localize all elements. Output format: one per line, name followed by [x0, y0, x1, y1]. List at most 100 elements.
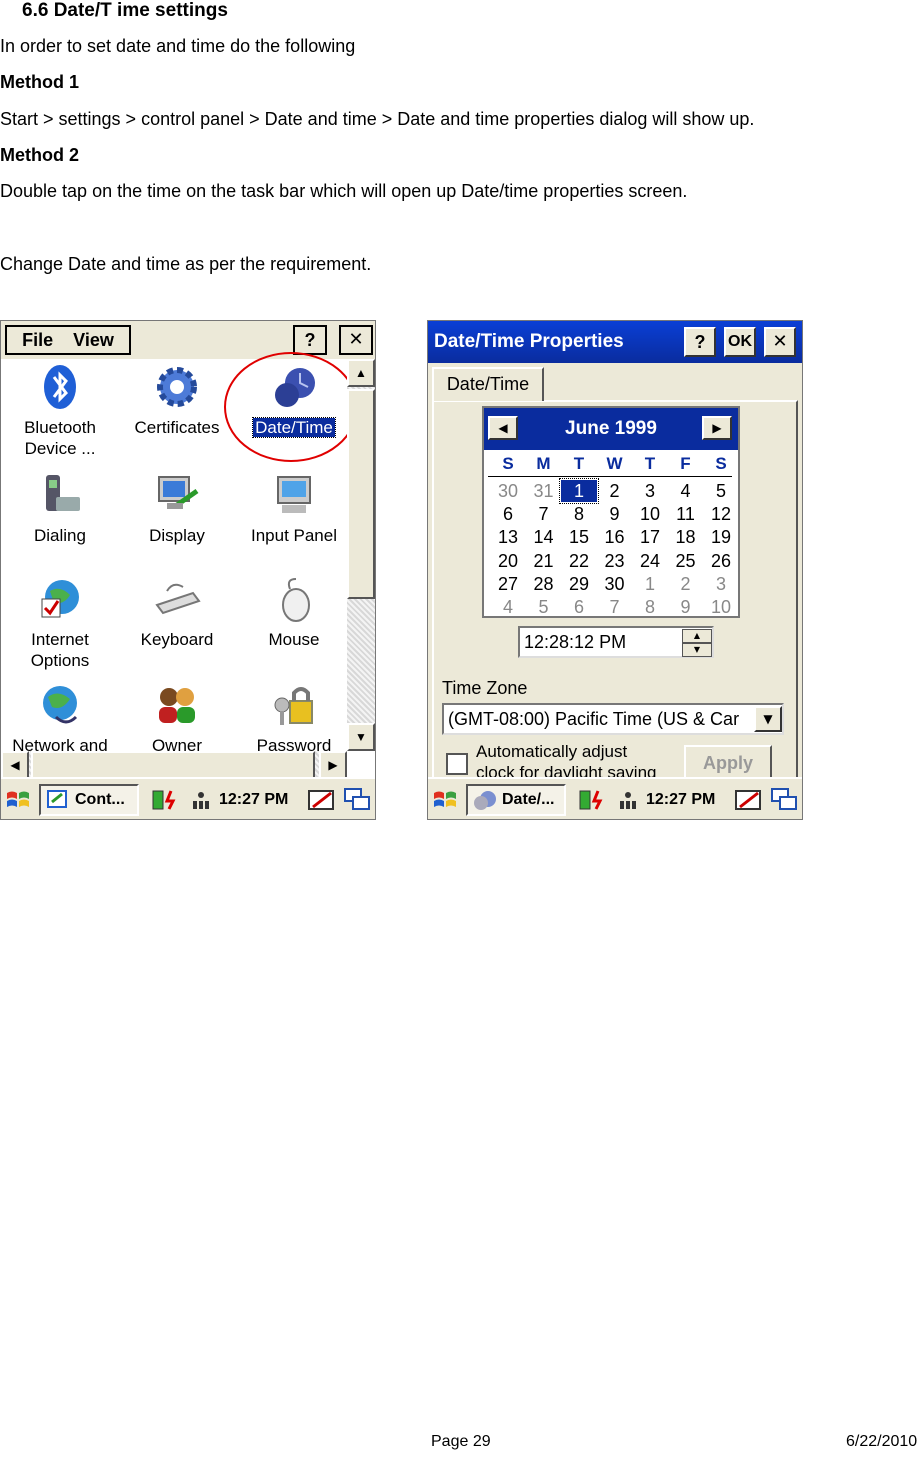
apply-button[interactable]: Apply: [684, 745, 772, 781]
menu-file[interactable]: File: [22, 330, 53, 350]
cp-item-display[interactable]: Display: [118, 471, 236, 546]
calendar-day[interactable]: 14: [526, 526, 562, 548]
ok-button[interactable]: OK: [724, 327, 756, 357]
calendar-day[interactable]: 31: [526, 480, 562, 502]
calendar-day[interactable]: 29: [561, 573, 597, 595]
calendar-day[interactable]: 6: [561, 596, 597, 618]
calendar-day[interactable]: 10: [703, 596, 739, 618]
control-panel-screenshot: File View ? ✕ Bluetooth Device ... Certi…: [0, 320, 376, 820]
calendar-day[interactable]: 16: [597, 526, 633, 548]
taskbar-task-button[interactable]: Date/...: [466, 784, 566, 816]
cp-item-mouse[interactable]: Mouse: [235, 575, 353, 650]
calendar-day[interactable]: 6: [490, 503, 526, 525]
cp-item-internet-options[interactable]: Internet Options: [1, 575, 119, 671]
input-panel-icon[interactable]: [734, 787, 762, 813]
cp-item-label: Display: [149, 526, 205, 545]
horizontal-scrollbar[interactable]: ◀ ▶: [1, 751, 347, 779]
start-windows-icon[interactable]: [5, 787, 33, 813]
vertical-scrollbar[interactable]: ▲ ▼: [347, 359, 375, 751]
input-panel-icon[interactable]: [307, 787, 335, 813]
calendar-day[interactable]: 20: [490, 550, 526, 572]
scroll-right-arrow[interactable]: ▶: [319, 751, 347, 779]
tab-datetime[interactable]: Date/Time: [432, 367, 544, 401]
calendar-day[interactable]: 21: [526, 550, 562, 572]
menu-file-view[interactable]: File View: [5, 325, 131, 355]
timezone-select[interactable]: (GMT-08:00) Pacific Time (US & Car: [442, 703, 784, 735]
calendar-day[interactable]: 8: [632, 596, 668, 618]
scroll-down-arrow[interactable]: ▼: [347, 723, 375, 751]
battery-power-icon: [152, 790, 176, 810]
calendar-day[interactable]: 23: [597, 550, 633, 572]
scroll-thumb[interactable]: [347, 389, 375, 599]
calendar-day[interactable]: 28: [526, 573, 562, 595]
cp-item-owner[interactable]: Owner: [118, 681, 236, 756]
hscroll-thumb[interactable]: [31, 751, 315, 779]
cp-item-input-panel[interactable]: Input Panel: [235, 471, 353, 546]
calendar-day[interactable]: 26: [703, 550, 739, 572]
close-button[interactable]: ✕: [764, 327, 796, 357]
calendar-day[interactable]: 9: [668, 596, 704, 618]
calendar-day[interactable]: 4: [490, 596, 526, 618]
calendar-day[interactable]: 24: [632, 550, 668, 572]
calendar-day[interactable]: 22: [561, 550, 597, 572]
desktop-windows-icon[interactable]: [343, 787, 371, 813]
calendar-day[interactable]: 9: [597, 503, 633, 525]
calendar-day[interactable]: 1: [632, 573, 668, 595]
start-windows-icon[interactable]: [432, 787, 460, 813]
calendar-day[interactable]: 1: [559, 478, 599, 504]
taskbar-task-button[interactable]: Cont...: [39, 784, 139, 816]
calendar-day[interactable]: 27: [490, 573, 526, 595]
calendar-day[interactable]: 7: [526, 503, 562, 525]
owner-users-icon: [159, 688, 195, 723]
password-lock-icon: [274, 687, 313, 725]
cp-item-keyboard[interactable]: Keyboard: [118, 575, 236, 650]
calendar-day[interactable]: 12: [703, 503, 739, 525]
calendar-day[interactable]: 5: [526, 596, 562, 618]
desktop-windows-icon[interactable]: [770, 787, 798, 813]
timezone-value: (GMT-08:00) Pacific Time (US & Car: [448, 709, 740, 729]
weekday-divider: [488, 476, 732, 477]
calendar-day[interactable]: 25: [668, 550, 704, 572]
scroll-up-arrow[interactable]: ▲: [347, 359, 375, 387]
cp-item-certificates[interactable]: Certificates: [118, 363, 236, 438]
taskbar-task-label: Date/...: [502, 791, 555, 808]
scroll-left-arrow[interactable]: ◀: [1, 751, 29, 779]
prev-month-button[interactable]: ◀: [488, 416, 518, 440]
cp-item-network[interactable]: Network and: [1, 681, 119, 756]
calendar-day[interactable]: 5: [703, 480, 739, 502]
calendar-day[interactable]: 13: [490, 526, 526, 548]
month-calendar[interactable]: ◀ June 1999 ▶ SMTWTFS 30 31 1 2 3 4 5 6 7 8 9 10 11 1…: [482, 406, 740, 618]
cp-item-bluetooth[interactable]: Bluetooth Device ...: [1, 363, 119, 459]
section-title: 6.6 Date/T ime settings: [22, 0, 228, 21]
calendar-day[interactable]: 2: [668, 573, 704, 595]
calendar-day[interactable]: 15: [561, 526, 597, 548]
calendar-day[interactable]: 10: [632, 503, 668, 525]
time-spin-down[interactable]: ▼: [682, 643, 712, 657]
method2-text: Double tap on the time on the task bar w…: [0, 181, 688, 201]
cp-item-dialing[interactable]: Dialing: [1, 471, 119, 546]
menu-view[interactable]: View: [73, 330, 114, 350]
calendar-day[interactable]: 3: [632, 480, 668, 502]
calendar-day[interactable]: 18: [668, 526, 704, 548]
timezone-label: Time Zone: [442, 678, 528, 698]
calendar-day[interactable]: 8: [561, 503, 597, 525]
calendar-header: ◀ June 1999 ▶: [484, 408, 738, 450]
cp-item-password[interactable]: Password: [235, 681, 353, 756]
time-spin-up[interactable]: ▲: [682, 629, 712, 643]
calendar-day[interactable]: 3: [703, 573, 739, 595]
taskbar: Date/... 12:27 PM: [428, 777, 802, 819]
taskbar-clock[interactable]: 12:27 PM: [219, 779, 288, 819]
calendar-day[interactable]: 4: [668, 480, 704, 502]
next-month-button[interactable]: ▶: [702, 416, 732, 440]
calendar-day[interactable]: 30: [490, 480, 526, 502]
dst-checkbox[interactable]: [446, 753, 468, 775]
chevron-down-icon[interactable]: ▼: [754, 706, 782, 732]
calendar-day[interactable]: 7: [597, 596, 633, 618]
calendar-day[interactable]: 19: [703, 526, 739, 548]
calendar-day[interactable]: 30: [597, 573, 633, 595]
calendar-day[interactable]: 17: [632, 526, 668, 548]
taskbar-clock[interactable]: 12:27 PM: [646, 779, 715, 819]
calendar-day[interactable]: 2: [597, 480, 633, 502]
calendar-day[interactable]: 11: [668, 503, 704, 525]
help-button[interactable]: ?: [684, 327, 716, 357]
